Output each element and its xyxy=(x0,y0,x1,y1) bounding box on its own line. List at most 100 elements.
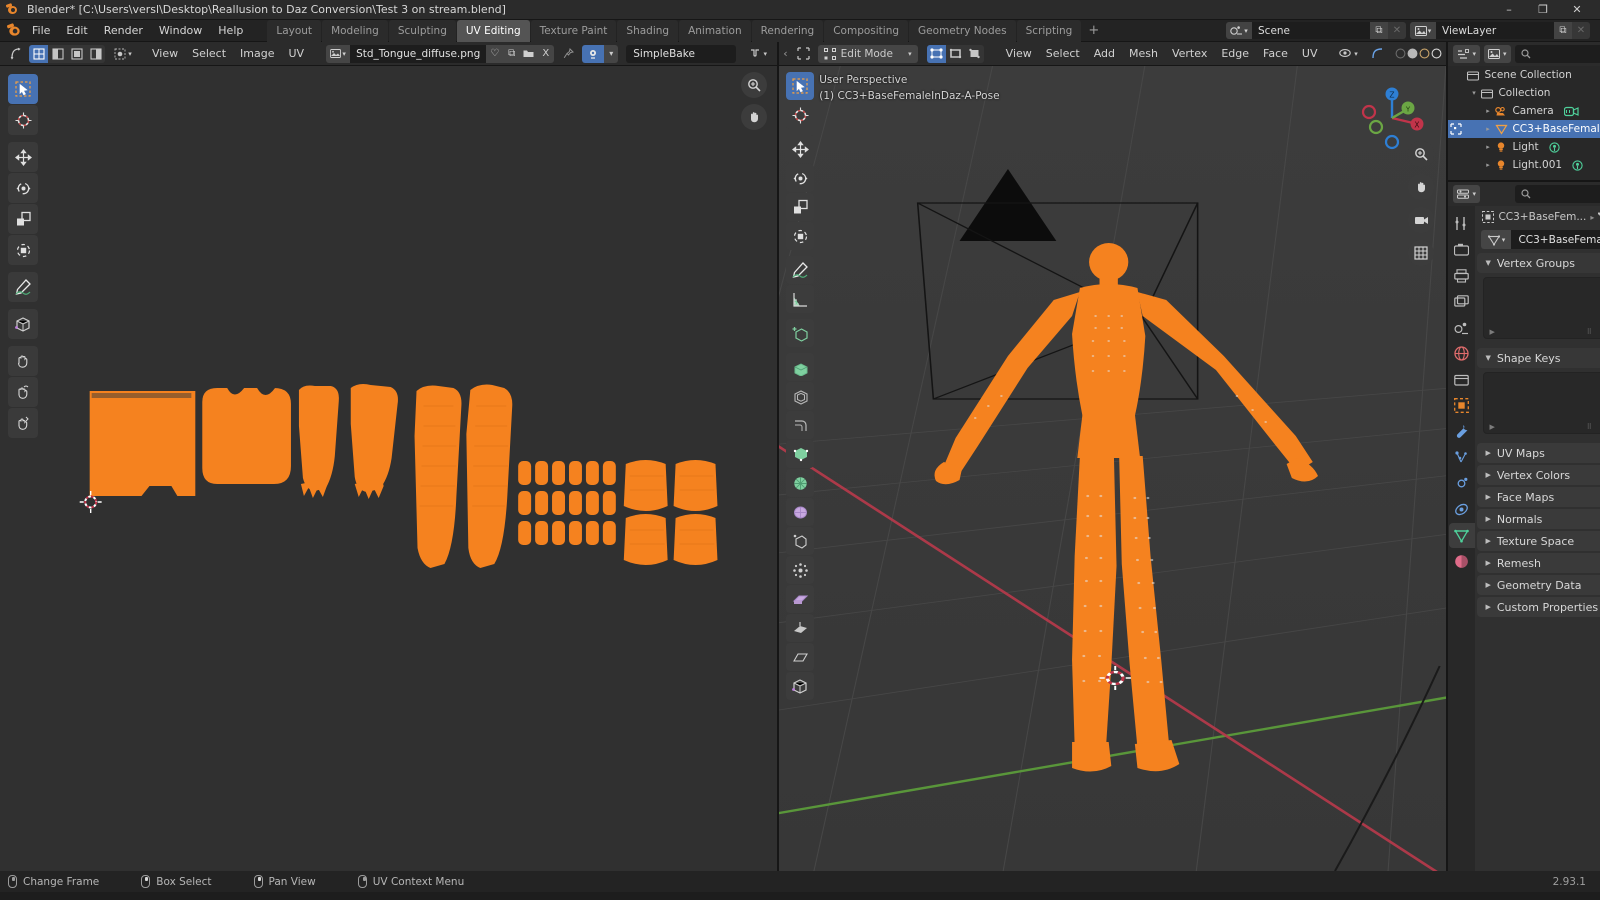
smooth-tool[interactable] xyxy=(786,556,814,584)
workspace-tab-rendering[interactable]: Rendering xyxy=(752,20,824,42)
edge-select-mode[interactable] xyxy=(946,45,965,63)
grid-icon[interactable] xyxy=(1408,240,1434,266)
workspace-tab-uv-editing[interactable]: UV Editing xyxy=(457,20,530,42)
list-expand-arrow[interactable]: ▶ xyxy=(1489,423,1494,431)
workspace-tab-compositing[interactable]: Compositing xyxy=(824,20,908,42)
cursor-tool[interactable] xyxy=(8,105,38,135)
editor-type-icon[interactable] xyxy=(793,45,815,63)
properties-search-input[interactable] xyxy=(1515,185,1600,203)
panel-header-custom-properties[interactable]: ▶Custom Properties⣿ xyxy=(1477,597,1600,617)
disclosure-triangle[interactable]: ▸ xyxy=(1482,125,1493,133)
measure-tool[interactable] xyxy=(786,285,814,313)
scene-remove-button[interactable]: ✕ xyxy=(1388,22,1406,39)
viewport-menu-face[interactable]: Face xyxy=(1256,45,1295,62)
workspace-tab-shading[interactable]: Shading xyxy=(617,20,678,42)
panel-header-normals[interactable]: ▶Normals⣿ xyxy=(1477,509,1600,529)
list-box[interactable]: ▶⠿ xyxy=(1483,372,1600,434)
collection-tab[interactable] xyxy=(1449,367,1475,392)
render-tab[interactable] xyxy=(1449,237,1475,262)
rip-region-tool[interactable] xyxy=(786,672,814,700)
cursor-tool[interactable] xyxy=(786,101,814,129)
zoom-in-icon[interactable] xyxy=(1408,141,1434,167)
viewport-menu-add[interactable]: Add xyxy=(1087,45,1122,62)
rotate-tool[interactable] xyxy=(8,173,38,203)
scale-tool[interactable] xyxy=(8,204,38,234)
material-tab[interactable] xyxy=(1449,549,1475,574)
image-fake-user-button[interactable]: ♡ xyxy=(486,45,503,63)
simplebake-field[interactable]: SimpleBake xyxy=(626,45,736,63)
scene-selector[interactable]: ▾ Scene ⧉ ✕ xyxy=(1226,22,1406,39)
hand-icon[interactable] xyxy=(1408,174,1434,200)
panel-header-shape-keys[interactable]: ▼Shape Keys⣿ xyxy=(1477,348,1600,368)
uv-menu-uv[interactable]: UV xyxy=(282,45,312,62)
constraints-tab[interactable] xyxy=(1449,497,1475,522)
move-tool[interactable] xyxy=(786,135,814,163)
grab-tool[interactable] xyxy=(8,346,38,376)
viewport-menu-view[interactable]: View xyxy=(999,45,1039,62)
workspace-tab-scripting[interactable]: Scripting xyxy=(1017,20,1082,42)
uv-menu-select[interactable]: Select xyxy=(185,45,233,62)
snap-magnet-icon[interactable]: ▾ xyxy=(743,45,773,63)
scene-tab[interactable] xyxy=(1449,315,1475,340)
viewlayer-selector[interactable]: ▾ ViewLayer ⧉ ✕ xyxy=(1410,22,1590,39)
menu-edit[interactable]: Edit xyxy=(58,22,95,39)
poly-build-tool[interactable] xyxy=(786,498,814,526)
move-tool[interactable] xyxy=(8,142,38,172)
object-data-tab[interactable] xyxy=(1449,523,1475,548)
transform-tool[interactable] xyxy=(8,235,38,265)
image-open-button[interactable] xyxy=(520,45,537,63)
disclosure-triangle[interactable]: ▸ xyxy=(1482,161,1493,169)
annotate-tool[interactable] xyxy=(786,256,814,284)
viewlayer-remove-button[interactable]: ✕ xyxy=(1572,22,1590,39)
disclosure-triangle[interactable]: ▸ xyxy=(1482,107,1493,115)
shading-mode-solid[interactable] xyxy=(1407,48,1418,59)
relax-tool[interactable] xyxy=(8,377,38,407)
minimize-button[interactable]: – xyxy=(1492,0,1526,20)
view-layer-tab[interactable] xyxy=(1449,289,1475,314)
image-name[interactable]: Std_Tongue_diffuse.png xyxy=(350,45,486,63)
viewport-menu-uv[interactable]: UV xyxy=(1295,45,1325,62)
viewport-menu-edge[interactable]: Edge xyxy=(1214,45,1256,62)
physics-tab[interactable] xyxy=(1449,471,1475,496)
menu-file[interactable]: File xyxy=(24,22,58,39)
shear-tool[interactable] xyxy=(786,643,814,671)
vertex-select-mode[interactable] xyxy=(927,45,946,63)
viewlayer-name[interactable]: ViewLayer xyxy=(1436,22,1554,39)
loop-cut-tool[interactable] xyxy=(786,440,814,468)
workspace-tab-texture-paint[interactable]: Texture Paint xyxy=(531,20,617,42)
disclosure-triangle[interactable]: ▸ xyxy=(1482,143,1493,151)
tweak-tool[interactable] xyxy=(8,74,38,104)
paint-mode[interactable] xyxy=(48,45,67,63)
image-unlink-button[interactable]: X xyxy=(537,45,554,63)
spin-tool[interactable] xyxy=(786,527,814,555)
rip-region-tool[interactable] xyxy=(8,309,38,339)
panel-header-uv-maps[interactable]: ▶UV Maps⣿ xyxy=(1477,443,1600,463)
shading-mode-rendered[interactable] xyxy=(1431,48,1442,59)
shading-mode-material-preview[interactable] xyxy=(1419,48,1430,59)
header-collapse-arrow[interactable]: ‹ xyxy=(783,47,787,60)
particles-tab[interactable] xyxy=(1449,445,1475,470)
camera-icon[interactable] xyxy=(1408,207,1434,233)
scene-filter-icon[interactable]: ▾ xyxy=(1484,45,1511,63)
pinch-tool[interactable] xyxy=(8,408,38,438)
outliner-row[interactable]: ▸Light xyxy=(1448,138,1600,156)
shrink-fatten-tool[interactable] xyxy=(786,614,814,642)
outliner-row[interactable]: Scene Collection xyxy=(1448,66,1600,84)
panel-header-texture-space[interactable]: ▶Texture Space⣿ xyxy=(1477,531,1600,551)
uv-editor-icon[interactable] xyxy=(4,45,26,63)
viewlayer-copy-button[interactable]: ⧉ xyxy=(1554,22,1572,39)
panel-header-vertex-groups[interactable]: ▼Vertex Groups⣿ xyxy=(1477,253,1600,273)
rotate-tool[interactable] xyxy=(786,164,814,192)
outliner-row[interactable]: ▸Camera xyxy=(1448,102,1600,120)
list-resize-grip[interactable]: ⠿ xyxy=(1587,328,1593,336)
uv-canvas[interactable] xyxy=(0,66,777,871)
workspace-tab-geometry-nodes[interactable]: Geometry Nodes xyxy=(909,20,1016,42)
panel-header-face-maps[interactable]: ▶Face Maps⣿ xyxy=(1477,487,1600,507)
outliner-row[interactable]: ▾Collection xyxy=(1448,84,1600,102)
viewport-canvas[interactable]: User Perspective (1) CC3+BaseFemaleInDaz… xyxy=(779,66,1446,871)
menu-window[interactable]: Window xyxy=(151,22,210,39)
outliner-display-icon[interactable]: ▾ xyxy=(1453,45,1480,63)
pivot-icon[interactable]: ▾ xyxy=(108,45,138,63)
uv-menu-image[interactable]: Image xyxy=(233,45,281,62)
add-cube-tool[interactable] xyxy=(786,319,814,347)
